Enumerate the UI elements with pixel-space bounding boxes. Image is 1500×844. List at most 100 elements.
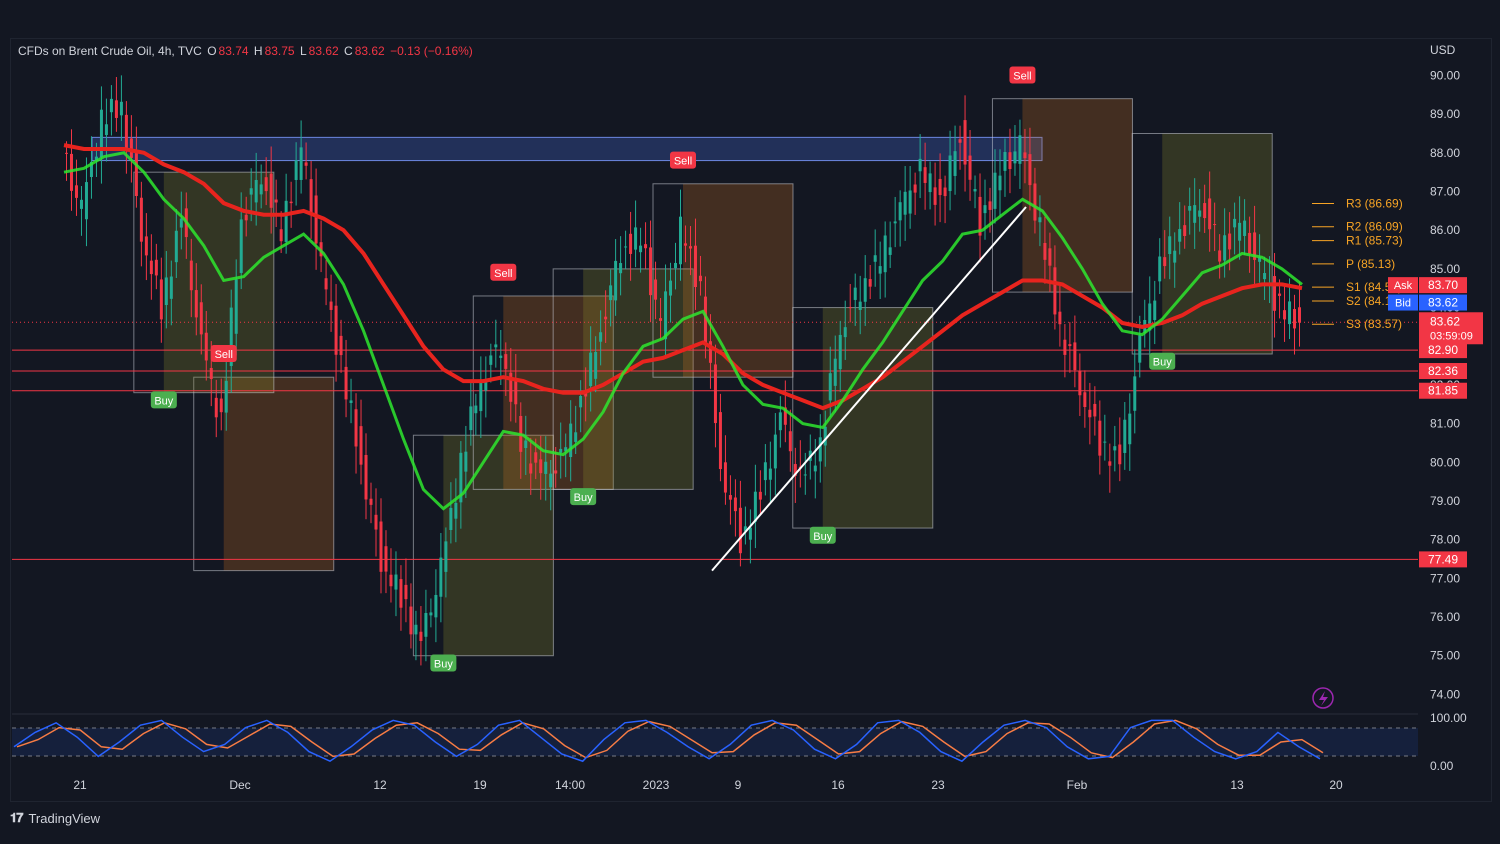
pivot-label: S3 (83.57)	[1346, 317, 1402, 331]
candle-body	[669, 280, 673, 296]
candle-body	[988, 201, 992, 210]
candle-body	[758, 491, 762, 500]
candle-body	[359, 426, 363, 465]
candle-body	[1128, 413, 1132, 445]
candle-body	[414, 624, 418, 635]
candle-body	[494, 344, 498, 348]
candle-body	[1103, 441, 1107, 443]
candle-body	[1183, 225, 1187, 237]
candle-body	[1248, 232, 1252, 254]
open-label: O	[207, 44, 217, 58]
candle-body	[1073, 342, 1077, 371]
low-value: 83.62	[308, 44, 339, 58]
candle-body	[883, 235, 887, 273]
candle-body	[1018, 135, 1022, 164]
candle-body	[159, 279, 163, 320]
candle-body	[753, 491, 757, 522]
candle-body	[1178, 229, 1182, 242]
candle-body	[154, 259, 158, 276]
candle-body	[718, 412, 722, 470]
candle-body	[998, 175, 1002, 191]
candle-body	[84, 182, 88, 220]
candle-body	[539, 459, 543, 474]
candle-body	[399, 579, 403, 608]
pivot-label: R1 (85.73)	[1346, 234, 1403, 248]
candle-body	[309, 179, 313, 216]
pivot-label: R3 (86.69)	[1346, 197, 1403, 211]
candle-body	[1083, 392, 1087, 408]
ask-label: Ask	[1394, 280, 1413, 292]
low-label: L	[299, 44, 307, 58]
level-price-tag-text: 81.85	[1428, 384, 1458, 398]
candle-body	[549, 473, 553, 488]
candle-body	[304, 162, 308, 166]
candle-body	[314, 195, 318, 244]
candle-body	[768, 468, 772, 480]
pivots-layer: R3 (86.69) R2 (86.09)R1 (85.73) P (85.13) S…	[1312, 197, 1403, 331]
price-tick-label: 76.00	[1430, 610, 1460, 624]
brand[interactable]: 𝟏𝟕 TradingView	[10, 810, 100, 826]
change-value: −0.13 (−0.16%)	[390, 44, 473, 58]
candle-body	[659, 318, 663, 321]
price-tick-label: 85.00	[1430, 262, 1460, 276]
candle-body	[264, 177, 268, 192]
candle-body	[1038, 217, 1042, 223]
symbol-name[interactable]: CFDs on Brent Crude Oil, 4h, TVC	[18, 44, 202, 58]
candle-body	[778, 412, 782, 431]
candle-body	[1118, 444, 1122, 465]
price-tick-label: 75.00	[1430, 649, 1460, 663]
price-tick-label: 87.00	[1430, 185, 1460, 199]
candle-body	[179, 218, 183, 228]
candle-body	[429, 612, 433, 616]
candle-body	[993, 172, 997, 209]
candle-body	[609, 285, 613, 301]
high-label: H	[253, 44, 263, 58]
signal-label: Sell	[494, 268, 512, 280]
chart-canvas[interactable]: Sell Buy Buy Sell Buy Sell Buy Sell Buy R3 (86.6…	[0, 0, 1500, 844]
price-tick-label: 88.00	[1430, 146, 1460, 160]
candle-body	[679, 216, 683, 265]
candle-body	[698, 275, 702, 282]
candle-body	[599, 332, 603, 342]
candle-body	[79, 199, 83, 209]
candle-body	[1003, 152, 1007, 171]
price-tick-label: 80.00	[1430, 455, 1460, 469]
candle-body	[923, 167, 927, 183]
candle-body	[299, 147, 303, 180]
candle-body	[424, 612, 428, 637]
candle-body	[893, 221, 897, 224]
candle-body	[64, 152, 68, 154]
candle-body	[379, 521, 383, 572]
candle-body	[144, 236, 148, 256]
candle-body	[1198, 210, 1202, 217]
candle-body	[688, 246, 692, 249]
time-tick-label: 9	[735, 778, 742, 792]
candle-body	[194, 290, 198, 318]
candle-body	[1228, 233, 1232, 250]
candle-body	[449, 507, 453, 531]
candle-body	[589, 352, 593, 387]
candle-body	[574, 432, 578, 442]
signal-label: Sell	[1013, 70, 1031, 82]
candle-body	[214, 397, 218, 418]
candle-body	[594, 351, 598, 379]
candle-body	[1078, 371, 1082, 396]
candle-body	[269, 173, 273, 208]
candle-body	[479, 381, 483, 412]
time-tick-label: 16	[831, 778, 845, 792]
symbol-header: CFDs on Brent Crude Oil, 4h, TVC O 83.74 …	[18, 44, 475, 58]
candle-body	[169, 276, 173, 299]
candle-body	[1218, 250, 1222, 262]
pivot-label: P (85.13)	[1346, 257, 1395, 271]
candle-body	[334, 305, 338, 355]
candle-body	[863, 278, 867, 302]
candle-body	[109, 98, 113, 113]
candle-body	[164, 277, 168, 306]
time-tick-label: 14:00	[555, 778, 585, 792]
candle-body	[404, 584, 408, 600]
candle-body	[364, 454, 368, 500]
candle-body	[1163, 257, 1167, 267]
candle-body	[209, 367, 213, 380]
candle-body	[843, 327, 847, 338]
candle-body	[818, 437, 822, 462]
